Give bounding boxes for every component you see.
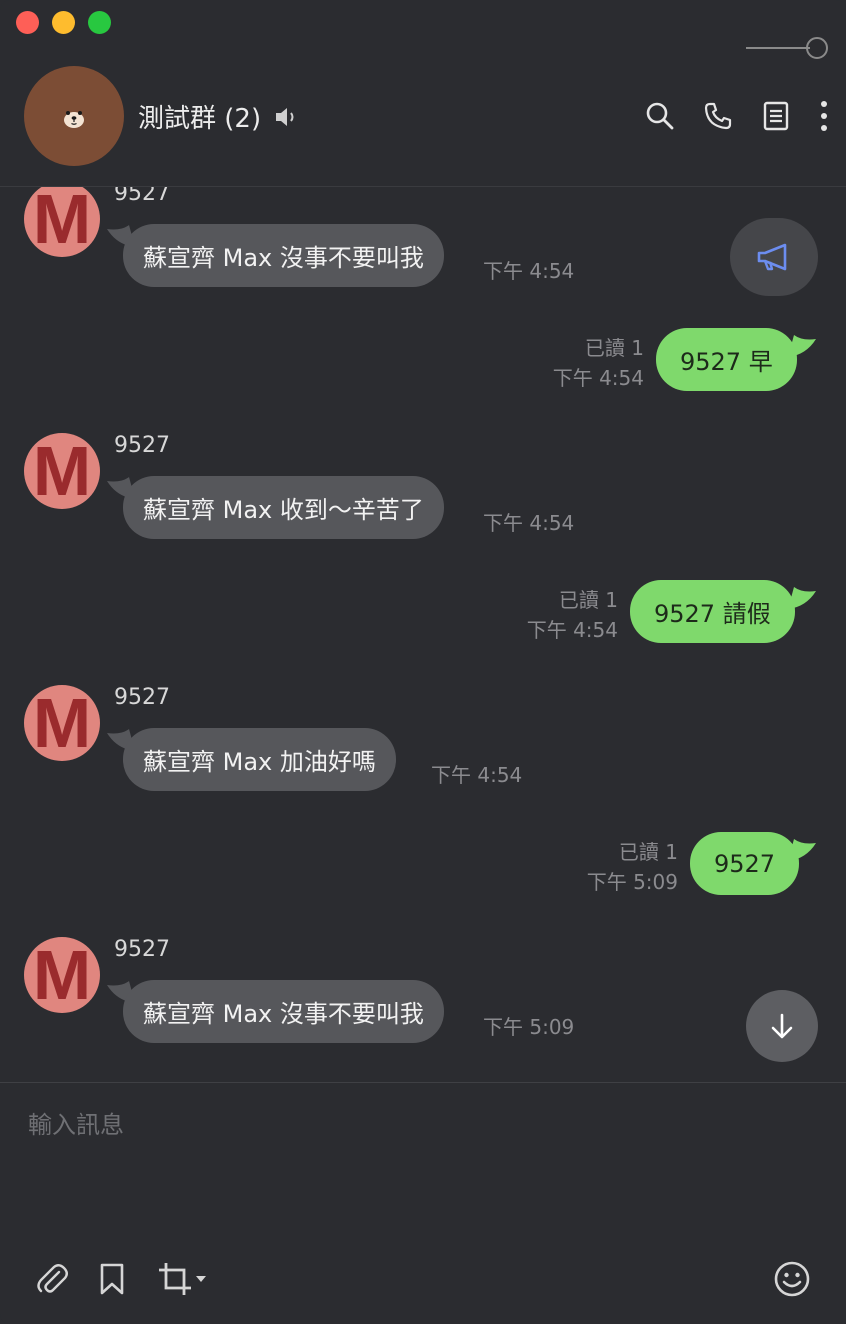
keep-button[interactable] — [92, 1259, 132, 1299]
sender-avatar[interactable]: M — [24, 937, 100, 1013]
bubble-tail — [788, 839, 816, 861]
group-name: 測試群 (2) — [138, 104, 262, 134]
more-button[interactable] — [814, 98, 834, 134]
opacity-slider[interactable] — [746, 37, 828, 59]
bubble-tail — [788, 587, 816, 609]
message-meta: 已讀 1 下午 4:54 — [553, 333, 644, 393]
attach-file-button[interactable] — [32, 1259, 72, 1299]
emoji-button[interactable] — [772, 1259, 812, 1299]
message-bubble[interactable]: 蘇宣齊 Max 加油好嗎 — [123, 728, 396, 791]
read-receipt: 已讀 1 — [584, 336, 644, 360]
screenshot-button[interactable] — [152, 1259, 212, 1299]
incoming-message: M 9527 蘇宣齊 Max 收到～辛苦了 下午 4:54 — [0, 433, 846, 563]
opacity-slider-track — [746, 47, 810, 49]
incoming-message: M 9527 蘇宣齊 Max 沒事不要叫我 下午 5:09 — [0, 937, 846, 1067]
bubble-tail — [788, 335, 816, 357]
header-actions — [620, 98, 834, 134]
message-bubble[interactable]: 9527 請假 — [630, 580, 795, 643]
group-avatar[interactable] — [24, 66, 124, 166]
message-time: 下午 4:54 — [483, 259, 575, 283]
message-list[interactable]: M 9527 蘇宣齊 Max 沒事不要叫我 下午 4:54 已讀 1 下午 4:… — [0, 187, 846, 1082]
zoom-window-button[interactable] — [88, 11, 111, 34]
sender-name: 9527 — [114, 433, 170, 458]
speaker-icon[interactable] — [273, 104, 299, 130]
message-time: 下午 5:09 — [483, 1015, 575, 1039]
sender-avatar[interactable]: M — [24, 187, 100, 257]
message-bubble[interactable]: 蘇宣齊 Max 沒事不要叫我 — [123, 980, 444, 1043]
emoji-icon — [774, 1261, 810, 1297]
crop-icon — [158, 1263, 191, 1295]
more-icon — [821, 101, 827, 131]
opacity-slider-knob[interactable] — [806, 37, 828, 59]
sender-name: 9527 — [114, 937, 170, 962]
incoming-message: M 9527 蘇宣齊 Max 加油好嗎 下午 4:54 — [0, 685, 846, 815]
sender-name: 9527 — [114, 685, 170, 710]
brown-bear-icon — [64, 111, 84, 128]
outgoing-message: 已讀 1 下午 4:54 9527 早 — [0, 327, 846, 397]
scroll-to-bottom-button[interactable] — [746, 990, 818, 1062]
chevron-down-icon — [195, 1276, 206, 1282]
message-time: 下午 5:09 — [586, 870, 678, 894]
avatar-letter: M — [32, 685, 92, 761]
message-meta: 已讀 1 下午 5:09 — [587, 837, 678, 897]
avatar-letter: M — [32, 187, 92, 257]
message-bubble[interactable]: 9527 — [690, 832, 800, 895]
paperclip-icon — [37, 1264, 68, 1293]
megaphone-icon — [757, 243, 787, 271]
close-window-button[interactable] — [16, 11, 39, 34]
sender-avatar[interactable]: M — [24, 433, 100, 509]
message-time: 下午 4:54 — [483, 511, 575, 535]
sender-avatar[interactable]: M — [24, 685, 100, 761]
notes-icon — [763, 101, 789, 131]
avatar-letter: M — [32, 937, 92, 1013]
message-time: 下午 4:54 — [552, 366, 644, 390]
message-composer — [0, 1083, 846, 1324]
message-time: 下午 4:54 — [431, 763, 523, 787]
phone-icon — [704, 102, 732, 130]
search-button[interactable] — [642, 98, 678, 134]
message-time: 下午 4:54 — [526, 618, 618, 642]
message-input[interactable] — [28, 1105, 818, 1145]
incoming-message: M 9527 蘇宣齊 Max 沒事不要叫我 下午 4:54 — [0, 187, 846, 311]
message-meta: 已讀 1 下午 4:54 — [527, 585, 618, 645]
chat-window: 測試群 (2) M 9527 蘇宣齊 Max 沒事不要叫我 下午 4:54 已讀… — [0, 0, 846, 1324]
arrow-down-icon — [771, 1013, 793, 1039]
sender-name: 9527 — [114, 187, 170, 206]
outgoing-message: 已讀 1 下午 4:54 9527 請假 — [0, 579, 846, 649]
window-controls — [16, 11, 111, 34]
bookmark-icon — [100, 1263, 124, 1295]
group-title[interactable]: 測試群 (2) — [138, 98, 299, 135]
minimize-window-button[interactable] — [52, 11, 75, 34]
call-button[interactable] — [700, 98, 736, 134]
outgoing-message: 已讀 1 下午 5:09 9527 — [0, 831, 846, 901]
notes-button[interactable] — [758, 98, 794, 134]
avatar-letter: M — [32, 433, 92, 509]
message-bubble[interactable]: 9527 早 — [656, 328, 797, 391]
search-icon — [646, 102, 674, 130]
read-receipt: 已讀 1 — [618, 840, 678, 864]
announcement-button[interactable] — [730, 218, 818, 296]
read-receipt: 已讀 1 — [558, 588, 618, 612]
message-bubble[interactable]: 蘇宣齊 Max 沒事不要叫我 — [123, 224, 444, 287]
message-bubble[interactable]: 蘇宣齊 Max 收到～辛苦了 — [123, 476, 444, 539]
chat-header: 測試群 (2) — [0, 66, 846, 166]
composer-toolbar — [0, 1259, 846, 1303]
